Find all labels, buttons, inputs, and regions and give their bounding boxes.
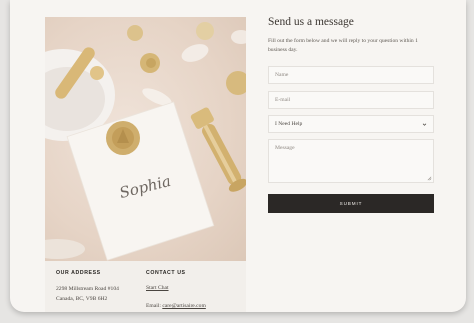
contact-info: OUR ADDRESS 2298 Millstream Road #104 Ca… bbox=[45, 261, 246, 312]
form-description: Fill out the form below and we will repl… bbox=[268, 38, 418, 53]
wax-bead bbox=[127, 25, 143, 41]
wax-bead-emboss bbox=[146, 58, 156, 68]
wax-seal-photo-illustration: Sophia bbox=[45, 22, 246, 261]
message-input[interactable] bbox=[275, 145, 427, 179]
start-chat-link[interactable]: Start Chat bbox=[146, 285, 169, 291]
start-chat-label: Start Chat bbox=[146, 285, 169, 291]
petal bbox=[45, 239, 85, 259]
name-input[interactable] bbox=[275, 72, 427, 78]
wax-bead bbox=[196, 22, 214, 40]
wax-bead bbox=[226, 71, 246, 95]
email-input[interactable] bbox=[275, 97, 427, 103]
help-select[interactable]: I Need Help bbox=[268, 115, 434, 133]
email-row: Email: care@artisaire.com bbox=[146, 303, 206, 309]
help-select-value: I Need Help bbox=[275, 121, 303, 127]
hero-photo: Sophia bbox=[45, 17, 246, 261]
left-panel: Sophia OUR ADDRESS 2298 Millstream Road … bbox=[45, 17, 246, 312]
chevron-down-icon bbox=[422, 123, 427, 126]
email-link[interactable]: care@artisaire.com bbox=[162, 303, 206, 309]
pestle-knob bbox=[90, 66, 104, 80]
petal bbox=[231, 30, 246, 44]
form-title: Send us a message bbox=[268, 16, 354, 28]
email-field[interactable] bbox=[268, 91, 434, 109]
address-line-1: 2298 Millstream Road #104 bbox=[56, 286, 119, 292]
name-field[interactable] bbox=[268, 66, 434, 84]
submit-button[interactable]: SUBMIT bbox=[268, 194, 434, 213]
resize-grip-icon[interactable] bbox=[427, 176, 432, 181]
email-label: Email: bbox=[146, 303, 163, 309]
message-field[interactable] bbox=[268, 139, 434, 183]
page-frame: Sophia OUR ADDRESS 2298 Millstream Road … bbox=[10, 0, 466, 312]
petal bbox=[181, 44, 209, 62]
address-heading: OUR ADDRESS bbox=[56, 270, 101, 276]
contact-heading: CONTACT US bbox=[146, 270, 186, 276]
address-line-2: Canada, BC, V9B 6H2 bbox=[56, 295, 108, 302]
address-block: 2298 Millstream Road #104 Canada, BC, V9… bbox=[56, 285, 119, 304]
